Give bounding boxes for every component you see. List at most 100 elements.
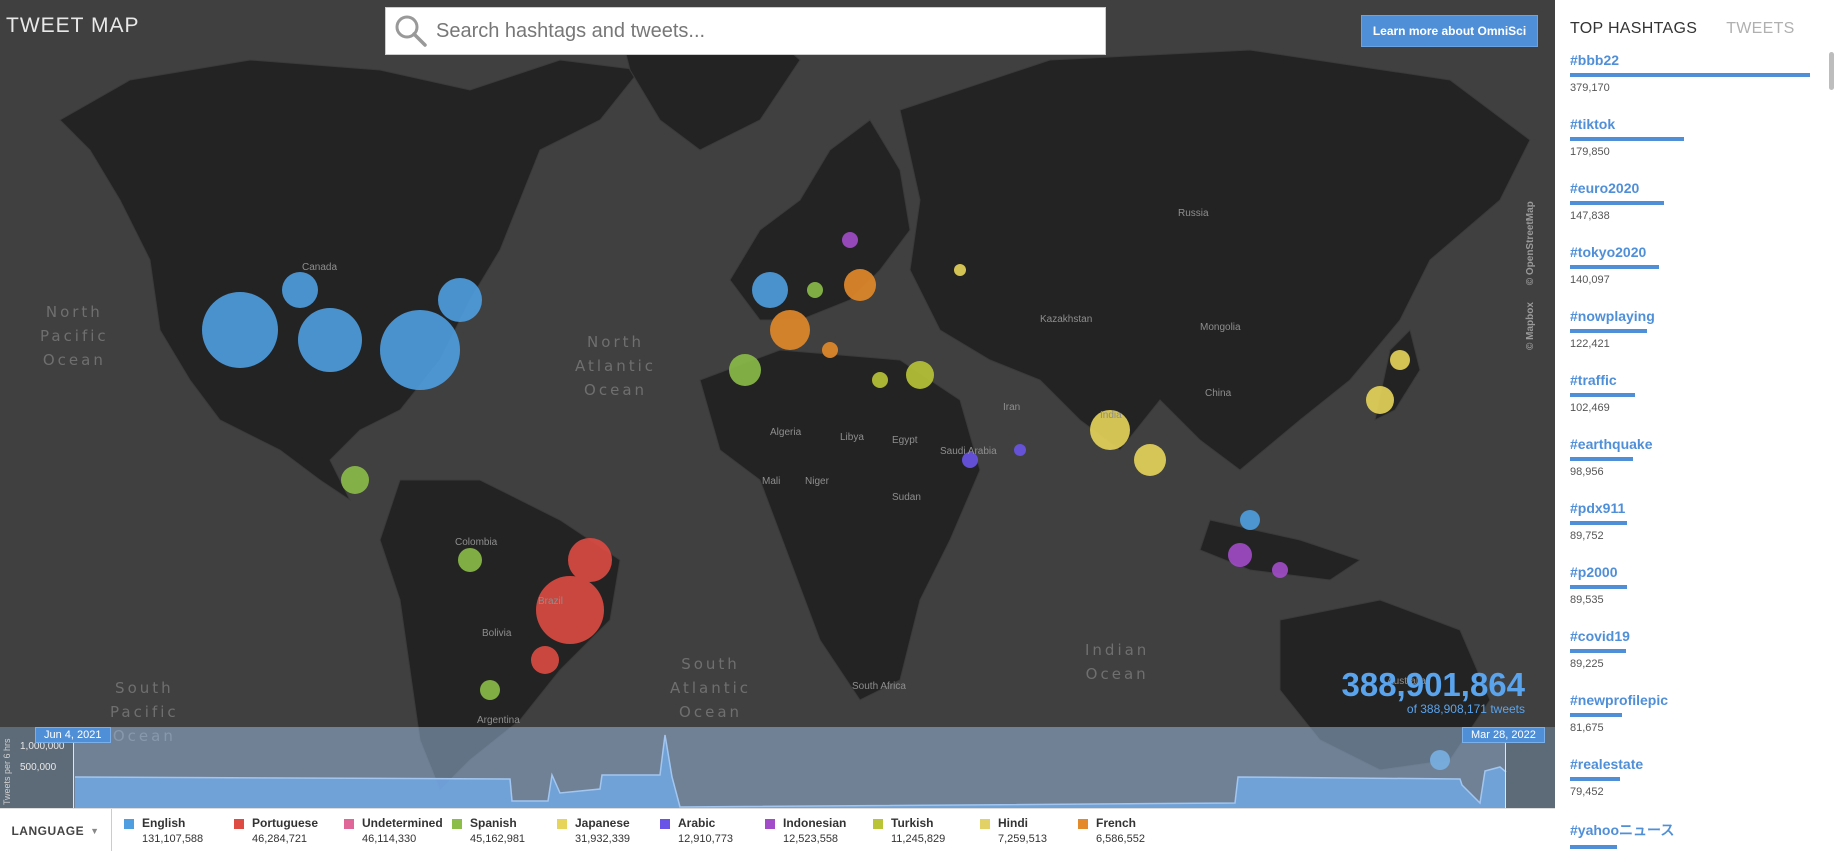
legend-language-count: 6,586,552 [1096,833,1145,845]
hashtag-item[interactable]: #earthquake 98,956 [1570,436,1842,500]
hashtag-item[interactable]: #newprofilepic 81,675 [1570,692,1842,756]
hashtag-count: 147,838 [1570,210,1610,222]
hashtag-link[interactable]: #p2000 [1570,564,1842,580]
legend-language-name: Arabic [678,816,716,830]
legend-item[interactable]: Hindi 7,259,513 [980,816,1078,851]
tab-tweets[interactable]: TWEETS [1726,20,1794,38]
country-label: Egypt [892,435,918,446]
legend-item[interactable]: Arabic 12,910,773 [660,816,765,851]
legend-item[interactable]: Indonesian 12,523,558 [765,816,873,851]
country-label: Sudan [892,492,921,503]
hashtag-item[interactable]: #nowplaying 122,421 [1570,308,1842,372]
search-input[interactable] [436,19,1076,43]
hashtag-item[interactable]: #realestate 79,452 [1570,756,1842,820]
legend-item[interactable]: French 6,586,552 [1078,816,1178,851]
osm-attribution-link[interactable]: © OpenStreetMap [1525,201,1536,285]
timeline-chart[interactable]: Tweets per 6 hrs 1,000,000 500,000 Jun 4… [0,727,1555,808]
country-label: Mali [762,476,781,487]
hashtag-item[interactable]: #covid19 89,225 [1570,628,1842,692]
hashtag-item[interactable]: #traffic 102,469 [1570,372,1842,436]
ocean-label: North Atlantic Ocean [575,333,657,399]
legend-language-count: 11,245,829 [891,833,946,845]
chevron-down-icon: ▼ [90,825,100,836]
hashtag-bar [1570,393,1635,397]
hashtag-count: 89,535 [1570,594,1604,606]
hashtag-count: 79,452 [1570,786,1604,798]
ocean-label: South Atlantic Ocean [670,655,752,721]
legend-swatch [1078,819,1088,829]
tweet-count-total: of 388,908,171 tweets [1406,702,1525,716]
right-panel: TOP HASHTAGS TWEETS #bbb22 379,170 #tiktok… [1555,0,1842,851]
hashtag-link[interactable]: #covid19 [1570,628,1842,644]
timeline-brush[interactable] [73,727,1506,808]
hashtag-bar [1570,329,1647,333]
hashtag-link[interactable]: #yahooニュース [1570,820,1842,840]
hashtag-count: 89,225 [1570,658,1604,670]
legend-items: English 131,107,588 Portuguese 46,284,721 Un… [112,809,1178,851]
country-label: Canada [302,262,338,273]
hashtag-item[interactable]: #yahooニュース [1570,820,1842,851]
legend-text: English 131,107,588 [142,816,203,845]
panel-tabs: TOP HASHTAGS TWEETS [1555,0,1842,38]
hashtag-count: 140,097 [1570,274,1610,286]
hashtag-link[interactable]: #traffic [1570,372,1842,388]
language-legend: LANGUAGE ▼ English 131,107,588 Portuguese 4… [0,808,1555,851]
legend-language-count: 131,107,588 [142,833,204,845]
mapbox-attribution-link[interactable]: © Mapbox [1525,302,1536,350]
legend-item[interactable]: Turkish 11,245,829 [873,816,980,851]
hashtag-item[interactable]: #p2000 89,535 [1570,564,1842,628]
country-label: Brazil [538,596,564,607]
legend-language-name: English [142,816,186,830]
hashtag-bar [1570,521,1627,525]
country-label: Argentina [477,715,520,726]
legend-text: Hindi 7,259,513 [998,816,1047,845]
search-bar[interactable] [385,7,1106,55]
hashtag-link[interactable]: #euro2020 [1570,180,1842,196]
legend-item[interactable]: Japanese 31,932,339 [557,816,660,851]
hashtag-bar [1570,649,1626,653]
legend-language-count: 12,910,773 [678,833,734,845]
legend-item[interactable]: English 131,107,588 [124,816,234,851]
hashtag-link[interactable]: #bbb22 [1570,52,1842,68]
hashtag-link[interactable]: #tiktok [1570,116,1842,132]
country-label: Algeria [770,427,802,438]
hashtag-link[interactable]: #newprofilepic [1570,692,1842,708]
legend-text: Japanese 31,932,339 [575,816,630,845]
legend-item[interactable]: Spanish 45,162,981 [452,816,557,851]
hashtag-link[interactable]: #tokyo2020 [1570,244,1842,260]
hashtag-item[interactable]: #bbb22 379,170 [1570,52,1842,116]
hashtag-item[interactable]: #pdx911 89,752 [1570,500,1842,564]
language-dropdown[interactable]: LANGUAGE ▼ [0,809,112,851]
legend-item[interactable]: Undetermined 46,114,330 [344,816,452,851]
hashtag-count: 98,956 [1570,466,1604,478]
learn-more-button[interactable]: Learn more about OmniSci [1361,15,1538,47]
map-attribution[interactable]: © Mapbox © OpenStreetMap [1525,187,1536,350]
hashtag-link[interactable]: #earthquake [1570,436,1842,452]
hashtag-link[interactable]: #pdx911 [1570,500,1842,516]
hashtag-item[interactable]: #euro2020 147,838 [1570,180,1842,244]
legend-swatch [557,819,567,829]
country-label: India [1100,410,1122,421]
legend-language-name: Hindi [998,816,1028,830]
country-label: Russia [1178,208,1209,219]
legend-text: French 6,586,552 [1096,816,1145,845]
hashtag-link[interactable]: #realestate [1570,756,1842,772]
map-canvas[interactable]: TWEET MAP Learn more about OmniSci © Map… [0,0,1555,808]
hashtag-item[interactable]: #tiktok 179,850 [1570,116,1842,180]
timeline-start-date[interactable]: Jun 4, 2021 [35,727,111,743]
hashtag-item[interactable]: #tokyo2020 140,097 [1570,244,1842,308]
legend-language-name: Turkish [891,816,934,830]
legend-text: Portuguese 46,284,721 [252,816,318,845]
legend-language-name: Spanish [470,816,517,830]
legend-text: Undetermined 46,114,330 [362,816,443,845]
legend-swatch [124,819,134,829]
country-label: China [1205,388,1232,399]
timeline-end-date[interactable]: Mar 28, 2022 [1462,727,1545,743]
hashtag-bar [1570,585,1627,589]
legend-item[interactable]: Portuguese 46,284,721 [234,816,344,851]
hashtag-count: 81,675 [1570,722,1604,734]
legend-swatch [344,819,354,829]
tab-top-hashtags[interactable]: TOP HASHTAGS [1570,20,1697,38]
country-label: Bolivia [482,628,512,639]
hashtag-link[interactable]: #nowplaying [1570,308,1842,324]
